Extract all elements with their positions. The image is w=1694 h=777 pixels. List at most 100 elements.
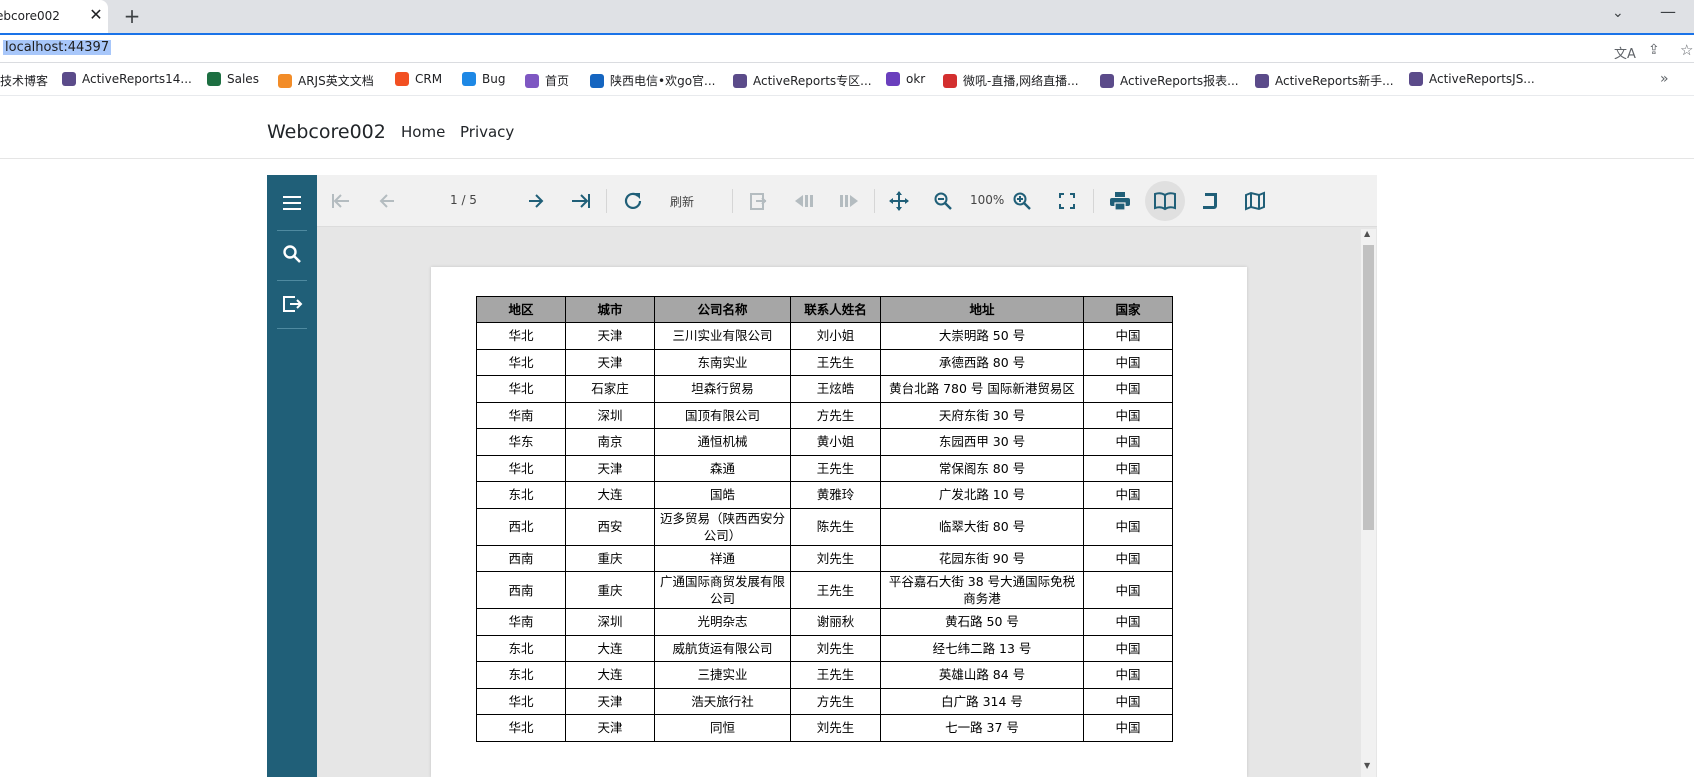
fullscreen-icon[interactable] [1052,186,1082,216]
bookmark-item[interactable]: ActiveReports14... [62,72,192,86]
bookmark-item[interactable]: 陕西电信•欢go官... [590,72,715,89]
table-cell: 西南 [476,544,566,572]
table-cell: 大连 [565,481,655,509]
table-cell: 王先生 [790,348,881,376]
table-cell: 天津 [565,322,655,350]
last-page-icon[interactable] [566,186,596,216]
toolbar-divider [732,189,733,213]
tab-title[interactable]: ebcore002 [0,9,60,23]
table-row: 华北 天津 东南实业 王先生 承德西路 80 号中国 [476,348,1173,376]
bookmark-item[interactable]: okr [886,72,925,86]
history-back-icon[interactable] [789,186,819,216]
prev-page-icon[interactable] [372,186,402,216]
table-cell: 东南实业 [654,348,791,376]
history-forward-icon[interactable] [834,186,864,216]
zoom-out-icon[interactable] [928,186,958,216]
search-icon[interactable] [267,232,317,276]
bookmark-label: 微吼-直播,网络直播... [963,74,1079,88]
toolbar-divider [1093,189,1094,213]
table-cell: 平谷嘉石大街 38 号大通国际免税商务港 [880,571,1084,609]
table-cell: 中国 [1083,375,1173,403]
site-brand[interactable]: Webcore002 [267,121,386,143]
table-cell: 英雄山路 84 号 [880,661,1084,689]
bookmark-item[interactable]: Bug [462,72,505,86]
bookmark-item[interactable]: ActiveReports新手... [1255,72,1394,89]
scroll-up-icon[interactable]: ▲ [1364,229,1370,238]
nav-privacy-link[interactable]: Privacy [460,123,514,141]
table-cell: 中国 [1083,714,1173,742]
bookmark-item[interactable]: 微吼-直播,网络直播... [943,72,1079,89]
bookmark-label: CRM [415,72,443,86]
table-cell: 重庆 [565,571,655,609]
print-icon[interactable] [1105,186,1135,216]
table-cell: 三川实业有限公司 [654,322,791,350]
table-cell: 王炫皓 [790,375,881,403]
report-table: 地区 城市 公司名称 联系人姓名 地址 国家 华北 天津 三川实业有限公司 刘小姐 大崇明路 50… [476,296,1173,742]
table-cell: 中国 [1083,401,1173,429]
address-bar[interactable] [0,33,1694,63]
table-cell: 王先生 [790,661,881,689]
bookmark-star-icon[interactable]: ☆ [1680,41,1693,59]
minimize-button[interactable]: — [1660,2,1676,21]
scrollbar-thumb[interactable] [1363,245,1374,530]
share-icon[interactable]: ⇪ [1648,42,1660,58]
table-cell: 西安 [565,507,655,546]
bookmark-label: ActiveReports14... [82,72,192,86]
table-cell: 中国 [1083,608,1173,636]
nav-home-link[interactable]: Home [401,123,445,141]
refresh-icon[interactable] [618,186,648,216]
table-cell: 常保阁东 80 号 [880,454,1084,482]
bookmark-item[interactable]: Sales [207,72,259,86]
pan-icon[interactable] [884,186,914,216]
scroll-down-icon[interactable]: ▼ [1364,761,1370,770]
single-page-icon[interactable] [1145,181,1185,221]
zoom-level[interactable]: 100% [970,193,1004,207]
url-text[interactable]: localhost:44397 [3,40,112,55]
table-row: 华东 南京 通恒机械 黄小姐 东园西甲 30 号中国 [476,428,1173,456]
menu-icon[interactable] [267,181,317,225]
bookmark-item[interactable]: ActiveReports专区... [733,72,872,89]
first-page-icon[interactable] [326,186,356,216]
next-page-icon[interactable] [521,186,551,216]
galley-icon[interactable] [1240,186,1270,216]
table-cell: 国皓 [654,481,791,509]
table-cell: 中国 [1083,322,1173,350]
windows-icon [395,72,409,86]
table-cell: 天津 [565,454,655,482]
table-row: 西南 重庆 广通国际商贸发展有限公司 王先生 平谷嘉石大街 38 号大通国际免税商务港中… [476,571,1173,609]
bookmark-item[interactable]: 技术博客 [0,72,48,89]
table-cell: 东园西甲 30 号 [880,428,1084,456]
table-cell: 中国 [1083,348,1173,376]
table-cell: 大连 [565,661,655,689]
page-indicator[interactable]: 1 / 5 [450,193,477,207]
continuous-icon[interactable] [1195,186,1225,216]
new-tab-button[interactable]: + [120,4,144,28]
bookmark-label: 陕西电信•欢go官... [610,74,716,88]
refresh-label[interactable]: 刷新 [670,193,694,210]
table-cell: 浩天旅行社 [654,687,791,715]
bookmark-label: 技术博客 [0,74,49,88]
activereports-icon [1255,73,1269,88]
table-cell: 西南 [476,571,566,609]
export-icon[interactable] [743,186,773,216]
export-sidebar-icon[interactable] [267,282,317,326]
more-bookmarks-icon[interactable]: » [1660,71,1669,87]
translate-icon[interactable]: 文A [1614,43,1636,62]
bookmark-item[interactable]: ActiveReports报表... [1100,72,1239,89]
bookmark-item[interactable]: 首页 [525,72,569,89]
bookmark-item[interactable]: ActiveReportsJS... [1409,72,1535,86]
table-cell: 七一路 37 号 [880,714,1084,742]
table-cell: 南京 [565,428,655,456]
tab-search-icon[interactable]: ⌄ [1612,5,1624,21]
bookmark-label: ActiveReportsJS... [1429,72,1535,86]
table-cell: 陈先生 [790,507,881,546]
close-tab-icon[interactable]: ✕ [86,5,106,25]
sidebar-divider [277,230,307,231]
bookmark-label: ActiveReports新手... [1275,74,1394,88]
zoom-in-icon[interactable] [1007,186,1037,216]
sidebar-divider [277,328,307,329]
table-cell: 天津 [565,348,655,376]
bookmark-item[interactable]: ARJS英文文档 [278,72,374,89]
table-row: 华北 天津 三川实业有限公司 刘小姐 大崇明路 50 号中国 [476,322,1173,350]
bookmark-item[interactable]: CRM [395,72,442,86]
